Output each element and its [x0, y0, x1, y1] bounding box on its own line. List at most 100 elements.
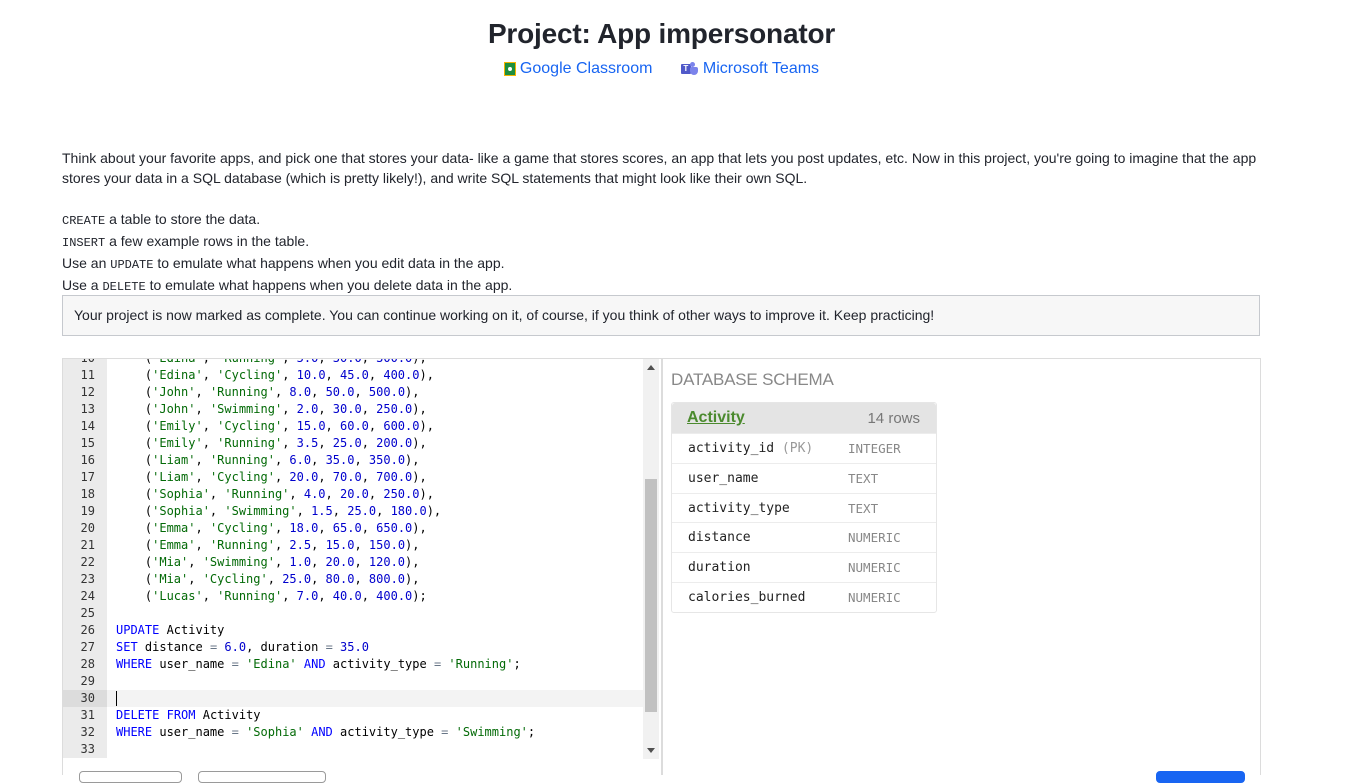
- code-line[interactable]: ('Edina', 'Running', 5.0, 30.0, 300.0),: [116, 359, 656, 367]
- step-keyword: INSERT: [62, 236, 106, 250]
- project-steps: CREATE a table to store the data. INSERT…: [62, 209, 962, 297]
- code-line[interactable]: UPDATE Activity: [116, 622, 656, 639]
- column-name: activity_id (PK): [688, 441, 814, 456]
- column-name: distance: [688, 530, 751, 546]
- code-line[interactable]: [116, 741, 656, 758]
- line-number: 14: [80, 419, 95, 433]
- code-line[interactable]: ('John', 'Running', 8.0, 50.0, 500.0),: [116, 384, 656, 401]
- code-line[interactable]: ('John', 'Swimming', 2.0, 30.0, 250.0),: [116, 401, 656, 418]
- google-classroom-icon: [503, 62, 516, 76]
- line-number: 23: [80, 572, 95, 586]
- step-keyword: CREATE: [62, 214, 106, 228]
- column-type: NUMERIC: [848, 530, 901, 546]
- code-line[interactable]: ('Emily', 'Cycling', 15.0, 60.0, 600.0),: [116, 418, 656, 435]
- text-cursor: [116, 691, 117, 706]
- google-classroom-label: Google Classroom: [519, 60, 653, 77]
- schema-table-name-link[interactable]: Activity: [687, 409, 745, 427]
- line-number: 12: [80, 385, 95, 399]
- line-number: 21: [80, 538, 95, 552]
- bottom-primary-button[interactable]: [1156, 771, 1245, 783]
- column-type: NUMERIC: [848, 560, 901, 576]
- schema-columns: activity_id (PK) INTEGER user_name TEXT acti…: [672, 433, 936, 612]
- line-number: 18: [80, 487, 95, 501]
- line-number-gutter: 1011 12 13 14 15 16 17 18 19 20 21 22 23 24 25 26 27 28 29…: [63, 359, 107, 758]
- code-line[interactable]: ('Emily', 'Running', 3.5, 25.0, 200.0),: [116, 435, 656, 452]
- code-line[interactable]: ('Lucas', 'Running', 7.0, 40.0, 400.0);: [116, 588, 656, 605]
- line-number: 27: [80, 640, 95, 654]
- line-number: 11: [80, 368, 95, 382]
- column-type: NUMERIC: [848, 589, 901, 605]
- schema-column-row: activity_id (PK) INTEGER: [672, 433, 936, 463]
- code-line[interactable]: [116, 605, 656, 622]
- project-workspace: 1011 12 13 14 15 16 17 18 19 20 21 22 23 24 25 26 27 28 29…: [62, 358, 1261, 775]
- code-line[interactable]: ('Liam', 'Running', 6.0, 35.0, 350.0),: [116, 452, 656, 469]
- code-line[interactable]: [107, 690, 656, 707]
- step-delete: Use a DELETE to emulate what happens whe…: [62, 277, 513, 294]
- code-line[interactable]: DELETE FROM Activity: [116, 707, 656, 724]
- column-type: TEXT: [848, 500, 879, 516]
- code-line[interactable]: ('Mia', 'Swimming', 1.0, 20.0, 120.0),: [116, 554, 656, 571]
- schema-column-row: distance NUMERIC: [672, 522, 936, 552]
- code-line[interactable]: ('Edina', 'Cycling', 10.0, 45.0, 400.0),: [116, 367, 656, 384]
- code-line[interactable]: ('Emma', 'Cycling', 18.0, 65.0, 650.0),: [116, 520, 656, 537]
- column-name: user_name: [688, 470, 759, 486]
- column-name: calories_burned: [688, 589, 806, 605]
- schema-column-row: activity_type TEXT: [672, 492, 936, 523]
- line-number: 17: [80, 470, 95, 484]
- line-number: 24: [80, 589, 95, 603]
- line-number: 29: [80, 674, 95, 688]
- scrollbar-thumb[interactable]: [645, 479, 657, 712]
- schema-column-row: duration NUMERIC: [672, 552, 936, 582]
- line-number: 13: [80, 402, 95, 416]
- code-line[interactable]: ('Mia', 'Cycling', 25.0, 80.0, 800.0),: [116, 571, 656, 588]
- code-line[interactable]: SET distance = 6.0, duration = 35.0: [116, 639, 656, 656]
- column-name: activity_type: [688, 500, 790, 516]
- line-number: 16: [80, 453, 95, 467]
- primary-key-marker: (PK): [774, 441, 814, 456]
- scroll-down-arrow-icon[interactable]: [647, 748, 655, 753]
- code-line[interactable]: [116, 673, 656, 690]
- scroll-up-arrow-icon[interactable]: [647, 365, 655, 370]
- line-number: 20: [80, 521, 95, 535]
- line-number: 31: [80, 708, 95, 722]
- schema-column-row: user_name TEXT: [672, 462, 936, 493]
- code-line[interactable]: ('Liam', 'Cycling', 20.0, 70.0, 700.0),: [116, 469, 656, 486]
- microsoft-teams-link[interactable]: T Microsoft Teams: [680, 60, 819, 78]
- pane-divider[interactable]: [661, 359, 663, 775]
- line-number: 33: [80, 742, 95, 756]
- step-keyword: DELETE: [102, 280, 146, 294]
- schema-heading: DATABASE SCHEMA: [671, 370, 834, 389]
- schema-table-header: Activity 14 rows: [672, 403, 936, 433]
- project-description: Think about your favorite apps, and pick…: [62, 150, 1257, 186]
- code-line[interactable]: ('Sophia', 'Swimming', 1.5, 25.0, 180.0)…: [116, 503, 656, 520]
- step-insert: INSERT a few example rows in the table.: [62, 233, 310, 250]
- code-editor[interactable]: 1011 12 13 14 15 16 17 18 19 20 21 22 23 24 25 26 27 28 29…: [63, 359, 659, 759]
- step-update: Use an UPDATE to emulate what happens wh…: [62, 255, 505, 272]
- code-area[interactable]: ('Edina', 'Running', 5.0, 30.0, 300.0), …: [107, 359, 656, 758]
- google-classroom-link[interactable]: Google Classroom: [503, 60, 653, 78]
- column-type: TEXT: [848, 470, 879, 486]
- page-title: Project: App impersonator: [487, 18, 836, 49]
- line-number: 26: [80, 623, 95, 637]
- code-line[interactable]: ('Sophia', 'Running', 4.0, 20.0, 250.0),: [116, 486, 656, 503]
- schema-column-row: calories_burned NUMERIC: [672, 581, 936, 612]
- bottom-button-2[interactable]: [198, 771, 326, 783]
- column-type: INTEGER: [848, 441, 901, 456]
- line-number: 19: [80, 504, 95, 518]
- step-create: CREATE a table to store the data.: [62, 211, 261, 228]
- share-links: Google Classroom T Microsoft Teams: [0, 60, 1323, 81]
- code-line[interactable]: ('Emma', 'Running', 2.5, 15.0, 150.0),: [116, 537, 656, 554]
- microsoft-teams-icon: T: [680, 62, 699, 76]
- line-number: 10: [63, 359, 101, 367]
- editor-scrollbar[interactable]: [643, 359, 659, 759]
- code-line[interactable]: WHERE user_name = 'Edina' AND activity_t…: [116, 656, 656, 673]
- line-number: 15: [80, 436, 95, 450]
- bottom-button-1[interactable]: [79, 771, 182, 783]
- code-line[interactable]: WHERE user_name = 'Sophia' AND activity_…: [116, 724, 656, 741]
- completion-notice: Your project is now marked as complete. …: [62, 295, 1260, 336]
- line-number: 30: [63, 690, 107, 707]
- line-number: 32: [80, 725, 95, 739]
- schema-table-card: Activity 14 rows activity_id (PK) INTEGER…: [671, 402, 937, 613]
- line-number: 25: [80, 606, 95, 620]
- line-number: 22: [80, 555, 95, 569]
